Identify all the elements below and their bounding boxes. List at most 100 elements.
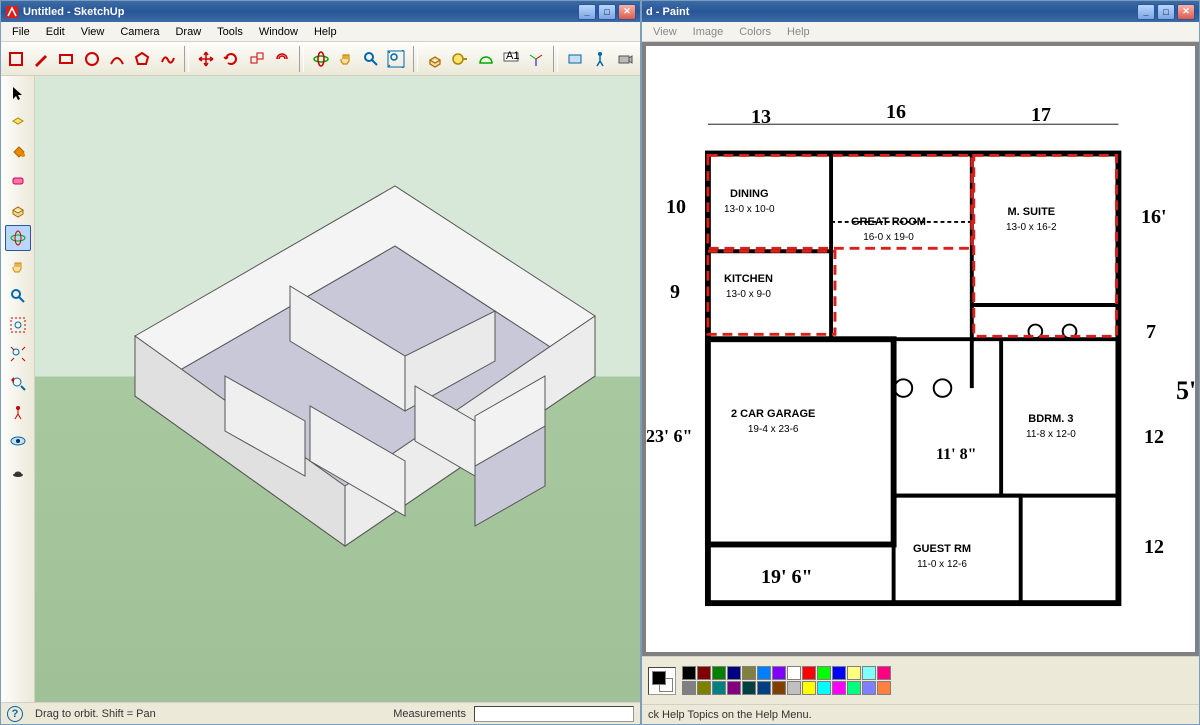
polygon-icon[interactable] (132, 46, 153, 72)
color-swatch[interactable] (757, 681, 771, 695)
dim-bottom: 19' 6" (761, 566, 813, 589)
sketchup-viewport[interactable] (35, 76, 640, 702)
scale-icon[interactable] (246, 46, 267, 72)
color-swatch[interactable] (772, 666, 786, 680)
tape-icon[interactable] (450, 46, 471, 72)
color-swatch[interactable] (712, 666, 726, 680)
zoom-extents-icon[interactable] (386, 46, 407, 72)
position-camera-icon[interactable] (5, 399, 31, 425)
zoom-extents-side-icon[interactable] (5, 341, 31, 367)
measurement-input[interactable] (474, 706, 634, 722)
menu-camera[interactable]: Camera (113, 24, 166, 40)
zoom-icon[interactable] (361, 46, 382, 72)
color-swatch[interactable] (847, 666, 861, 680)
paint-menu-colors[interactable]: Colors (732, 24, 778, 40)
paint-menu-view[interactable]: View (646, 24, 684, 40)
pencil-icon[interactable] (30, 46, 51, 72)
zoom-window-icon[interactable] (5, 312, 31, 338)
move-icon[interactable] (195, 46, 216, 72)
color-swatch[interactable] (772, 681, 786, 695)
room-garage: 2 CAR GARAGE (731, 408, 815, 420)
color-swatch[interactable] (832, 666, 846, 680)
color-swatch[interactable] (802, 666, 816, 680)
menu-window[interactable]: Window (252, 24, 305, 40)
color-swatch[interactable] (817, 666, 831, 680)
paint-bucket-icon[interactable] (5, 138, 31, 164)
menu-help[interactable]: Help (307, 24, 344, 40)
dim-left-9: 9 (670, 281, 680, 304)
push-pull-icon[interactable] (424, 46, 445, 72)
pan-icon[interactable] (335, 46, 356, 72)
rectangle-icon[interactable] (56, 46, 77, 72)
maximize-button[interactable]: □ (598, 4, 616, 20)
color-swatch[interactable] (877, 681, 891, 695)
offset-icon[interactable] (271, 46, 292, 72)
color-swatch[interactable] (802, 681, 816, 695)
color-swatch[interactable] (697, 666, 711, 680)
menu-file[interactable]: File (5, 24, 37, 40)
minimize-button[interactable]: _ (578, 4, 596, 20)
color-swatch[interactable] (862, 666, 876, 680)
menu-draw[interactable]: Draw (168, 24, 208, 40)
camera-icon[interactable] (615, 46, 636, 72)
freehand-icon[interactable] (157, 46, 178, 72)
paint-titlebar[interactable]: d - Paint _ □ ✕ (642, 1, 1199, 22)
color-swatch[interactable] (712, 681, 726, 695)
paint-menu-image[interactable]: Image (686, 24, 731, 40)
fg-color-swatch (652, 671, 666, 685)
zoom-side-icon[interactable] (5, 283, 31, 309)
select-rect-icon[interactable] (5, 46, 26, 72)
color-swatch[interactable] (682, 666, 696, 680)
color-swatch[interactable] (862, 681, 876, 695)
color-swatch[interactable] (817, 681, 831, 695)
close-button[interactable]: ✕ (618, 4, 636, 20)
push-pull-side-icon[interactable] (5, 196, 31, 222)
paint-menubar: View Image Colors Help (642, 22, 1199, 42)
color-swatch[interactable] (787, 666, 801, 680)
paint-statusbar: ck Help Topics on the Help Menu. (642, 704, 1199, 724)
color-swatch[interactable] (727, 681, 741, 695)
paint-minimize-button[interactable]: _ (1137, 4, 1155, 20)
color-swatch[interactable] (742, 681, 756, 695)
color-swatch[interactable] (832, 681, 846, 695)
walk-icon[interactable] (589, 46, 610, 72)
color-swatch[interactable] (757, 666, 771, 680)
color-swatch[interactable] (787, 681, 801, 695)
fg-bg-indicator[interactable] (648, 667, 676, 695)
room-dining-dim: 13-0 x 10-0 (724, 204, 775, 215)
paint-close-button[interactable]: ✕ (1177, 4, 1195, 20)
room-guest: GUEST RM (913, 543, 971, 555)
room-kitchen-dim: 13-0 x 9-0 (726, 289, 771, 300)
menu-tools[interactable]: Tools (210, 24, 250, 40)
menu-view[interactable]: View (74, 24, 112, 40)
previous-view-icon[interactable] (5, 370, 31, 396)
menu-edit[interactable]: Edit (39, 24, 72, 40)
component-icon[interactable] (5, 109, 31, 135)
arc-icon[interactable] (106, 46, 127, 72)
paint-canvas[interactable]: DINING 13-0 x 10-0 GREAT ROOM 16-0 x 19-… (646, 46, 1195, 652)
paint-maximize-button[interactable]: □ (1157, 4, 1175, 20)
axes-icon[interactable] (526, 46, 547, 72)
sketchup-titlebar[interactable]: Untitled - SketchUp _ □ ✕ (1, 1, 640, 22)
walk-side-icon[interactable] (5, 457, 31, 483)
color-swatch[interactable] (727, 666, 741, 680)
look-around-icon[interactable] (5, 428, 31, 454)
pan-side-icon[interactable] (5, 254, 31, 280)
color-swatch[interactable] (847, 681, 861, 695)
room-bdrm3-dim: 11-8 x 12-0 (1026, 429, 1076, 440)
protractor-icon[interactable] (475, 46, 496, 72)
color-swatch[interactable] (697, 681, 711, 695)
text-icon[interactable]: A1 (500, 46, 521, 72)
eraser-icon[interactable] (5, 167, 31, 193)
rotate-icon[interactable] (221, 46, 242, 72)
circle-icon[interactable] (81, 46, 102, 72)
orbit-icon[interactable] (310, 46, 331, 72)
section-icon[interactable] (564, 46, 585, 72)
help-icon[interactable]: ? (7, 706, 23, 722)
color-swatch[interactable] (877, 666, 891, 680)
color-swatch[interactable] (682, 681, 696, 695)
color-swatch[interactable] (742, 666, 756, 680)
orbit-side-icon[interactable] (5, 225, 31, 251)
select-icon[interactable] (5, 80, 31, 106)
paint-menu-help[interactable]: Help (780, 24, 817, 40)
